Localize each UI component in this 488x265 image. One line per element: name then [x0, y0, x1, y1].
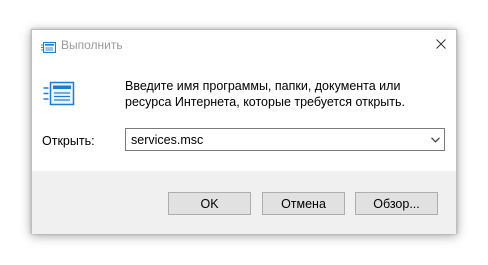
title-bar[interactable]: Выполнить: [32, 30, 456, 60]
run-app-icon: [43, 81, 75, 106]
instruction-text: Введите имя программы, папки, документа …: [125, 79, 405, 109]
close-icon: [436, 39, 446, 49]
browse-button[interactable]: Обзор...: [355, 192, 438, 215]
open-combobox[interactable]: [125, 128, 445, 151]
dropdown-button[interactable]: [426, 129, 444, 150]
cancel-button[interactable]: Отмена: [262, 192, 345, 215]
button-bar: OK Отмена Обзор...: [32, 171, 456, 234]
run-dialog: Выполнить Введите имя программы, папки,: [31, 29, 457, 234]
chevron-down-icon: [430, 136, 440, 143]
screen: Выполнить Введите имя программы, папки,: [0, 0, 488, 265]
open-label: Открыть:: [42, 134, 95, 148]
window-title: Выполнить: [61, 38, 123, 52]
run-icon: [41, 40, 56, 53]
ok-button[interactable]: OK: [168, 192, 251, 215]
open-input[interactable]: [126, 129, 422, 150]
close-button[interactable]: [426, 30, 456, 58]
